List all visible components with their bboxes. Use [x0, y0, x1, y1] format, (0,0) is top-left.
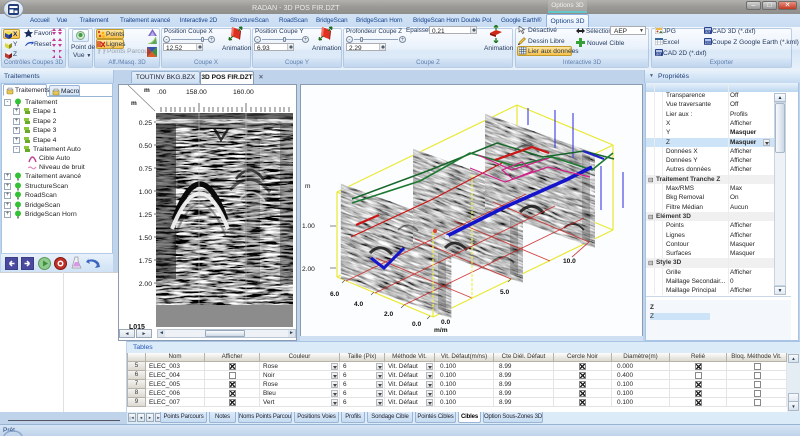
- svg-text:1.50: 1.50: [139, 235, 152, 242]
- svg-text:dxf: dxf: [705, 30, 710, 34]
- svg-text:.00: .00: [157, 89, 167, 96]
- svg-text:158.00: 158.00: [186, 89, 207, 96]
- svg-text:1.75: 1.75: [139, 258, 152, 265]
- svg-text:0.0: 0.0: [441, 319, 450, 326]
- svg-text:2.00: 2.00: [302, 266, 315, 273]
- svg-text:5.0: 5.0: [500, 289, 509, 296]
- svg-text:1.25: 1.25: [139, 212, 152, 219]
- svg-text:6.0: 6.0: [330, 291, 339, 298]
- svg-text:m/m: m/m: [434, 327, 448, 334]
- svg-text:m: m: [144, 87, 150, 94]
- svg-text:dxf: dxf: [656, 52, 661, 56]
- svg-text:0.75: 0.75: [139, 166, 152, 173]
- svg-text:0.50: 0.50: [139, 143, 152, 150]
- svg-text:10.0: 10.0: [563, 258, 576, 265]
- svg-text:0.25: 0.25: [139, 120, 152, 127]
- svg-text:m: m: [131, 100, 137, 107]
- svg-text:kml: kml: [705, 41, 711, 45]
- svg-text:0.0: 0.0: [412, 321, 421, 328]
- svg-text:1.00: 1.00: [139, 189, 152, 196]
- svg-text:2.00: 2.00: [139, 281, 152, 288]
- svg-text:1.00: 1.00: [302, 223, 315, 230]
- svg-text:160.00: 160.00: [233, 89, 254, 96]
- svg-text:m: m: [305, 183, 311, 190]
- svg-text:2.0: 2.0: [384, 311, 393, 318]
- svg-text:4.0: 4.0: [354, 301, 363, 308]
